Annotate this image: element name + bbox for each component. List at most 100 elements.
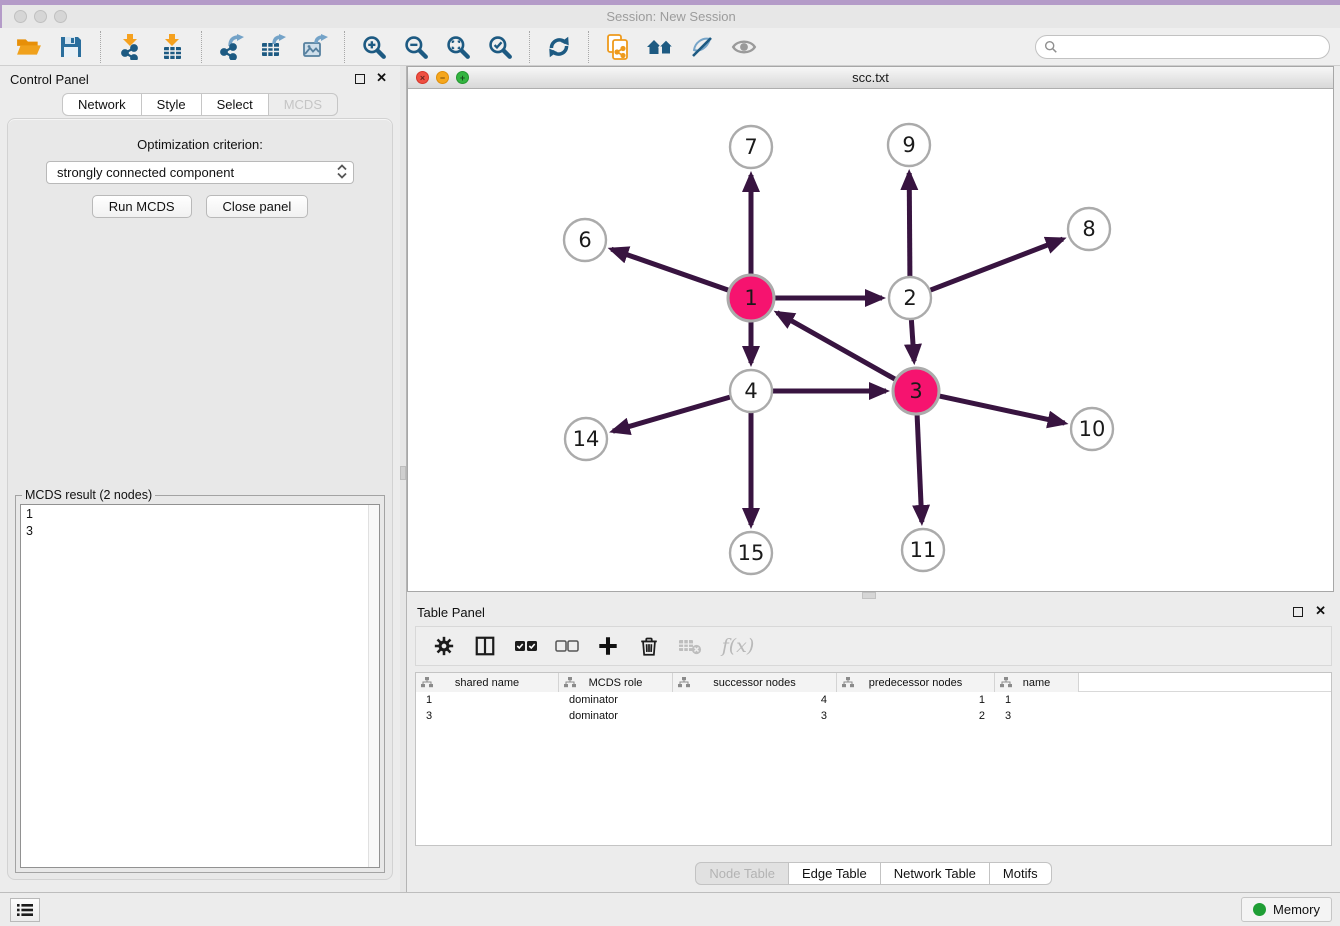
node-10[interactable]: 10 [1071,408,1113,450]
delete-row-trash-icon[interactable] [637,634,661,658]
mcds-result-title: MCDS result (2 nodes) [22,488,155,502]
tab-mcds[interactable]: MCDS [269,93,338,116]
splitter-handle[interactable] [862,592,876,599]
control-panel: Control Panel ✕ Network Style Select MCD… [0,66,400,892]
tab-network[interactable]: Network [62,93,142,116]
edge-2-8[interactable] [931,239,1063,290]
edge-3-10[interactable] [940,396,1065,423]
horizontal-splitter[interactable] [407,592,1340,600]
refresh-layout-icon[interactable] [544,32,574,62]
node-11[interactable]: 11 [902,529,944,571]
node-14[interactable]: 14 [565,418,607,460]
splitter-handle[interactable] [400,466,406,480]
zoom-in-icon[interactable] [359,32,389,62]
import-table-icon[interactable] [157,32,187,62]
tab-edge-table[interactable]: Edge Table [789,862,881,885]
node-label: 6 [578,228,591,252]
tab-network-table[interactable]: Network Table [881,862,990,885]
task-history-button[interactable] [10,898,40,922]
export-image-icon[interactable] [300,32,330,62]
run-mcds-button[interactable]: Run MCDS [92,195,192,218]
edge-2-9[interactable] [909,173,910,276]
column-header-shared-name[interactable]: shared name [416,673,559,692]
close-view-button[interactable]: × [416,71,429,84]
control-panel-tabs: Network Style Select MCDS [0,93,400,116]
close-panel-icon[interactable]: ✕ [376,70,387,86]
column-header-successor-nodes[interactable]: successor nodes [673,673,837,692]
node-15[interactable]: 15 [730,532,772,574]
tab-node-table[interactable]: Node Table [695,862,789,885]
export-table-icon[interactable] [258,32,288,62]
copy-network-view-icon[interactable] [603,32,633,62]
zoom-out-icon[interactable] [401,32,431,62]
zoom-fit-icon[interactable] [443,32,473,62]
edge-4-14[interactable] [613,397,730,431]
memory-label: Memory [1273,902,1320,917]
tab-select[interactable]: Select [202,93,269,116]
select-all-icon[interactable] [514,634,538,658]
edge-3-1[interactable] [777,313,895,380]
node-table-grid[interactable]: shared nameMCDS rolesuccessor nodesprede… [415,672,1332,846]
table-row[interactable]: 3dominator323 [416,708,1331,724]
network-view-title: scc.txt [852,70,889,85]
float-table-panel-icon[interactable] [1293,607,1303,617]
edge-3-11[interactable] [917,415,922,522]
mcds-result-textarea[interactable]: 1 3 [20,504,380,868]
import-network-icon[interactable] [115,32,145,62]
network-canvas[interactable]: 7 9 6 8 1 2 4 3 14 10 15 11 [408,89,1333,591]
node-1[interactable]: 1 [728,275,774,321]
node-7[interactable]: 7 [730,126,772,168]
tab-style[interactable]: Style [142,93,202,116]
node-label: 10 [1079,417,1106,441]
export-network-icon[interactable] [216,32,246,62]
close-panel-button[interactable]: Close panel [206,195,309,218]
function-builder-icon[interactable]: f(x) [719,634,757,658]
vertical-splitter[interactable] [400,66,407,892]
edge-2-3[interactable] [911,320,914,361]
result-scrollbar[interactable] [368,505,379,867]
column-type-icon [842,677,854,688]
table-toolbar: f(x) [415,626,1332,666]
node-9[interactable]: 9 [888,124,930,166]
add-row-icon[interactable] [596,634,620,658]
node-6[interactable]: 6 [564,219,606,261]
table-panel-tabs: Node Table Edge Table Network Table Moti… [407,862,1340,885]
table-row[interactable]: 1dominator411 [416,692,1331,708]
table-panel-title: Table Panel [417,605,485,620]
column-header-predecessor-nodes[interactable]: predecessor nodes [837,673,995,692]
edge-1-6[interactable] [611,249,728,290]
settings-gear-icon[interactable] [432,634,456,658]
mcds-panel-body: Optimization criterion: strongly connect… [7,118,393,880]
node-label: 8 [1082,217,1095,241]
column-header-MCDS-role[interactable]: MCDS role [559,673,673,692]
node-2[interactable]: 2 [889,277,931,319]
criterion-dropdown[interactable]: strongly connected component [46,161,354,184]
search-input[interactable] [1058,40,1321,55]
node-4[interactable]: 4 [730,370,772,412]
node-8[interactable]: 8 [1068,208,1110,250]
main-toolbar [0,28,1340,66]
deselect-all-icon[interactable] [555,634,579,658]
zoom-selected-icon[interactable] [485,32,515,62]
close-table-panel-icon[interactable]: ✕ [1315,603,1326,619]
node-3[interactable]: 3 [893,368,939,414]
toolbar-separator [588,31,589,63]
open-session-icon[interactable] [14,32,44,62]
table-cell: 1 [995,692,1079,708]
column-header-name[interactable]: name [995,673,1079,692]
float-panel-icon[interactable] [355,74,365,84]
tab-motifs[interactable]: Motifs [990,862,1052,885]
memory-button[interactable]: Memory [1241,897,1332,922]
minimize-view-button[interactable]: − [436,71,449,84]
dropdown-stepper-icon [335,164,349,182]
show-hide-eye-icon[interactable] [729,32,759,62]
maximize-view-button[interactable]: + [456,71,469,84]
network-window-titlebar[interactable]: × − + scc.txt [408,67,1333,89]
toolbar-separator [344,31,345,63]
save-session-icon[interactable] [56,32,86,62]
table-cell: 4 [673,692,837,708]
home-layout-icon[interactable] [645,32,675,62]
split-columns-icon[interactable] [473,634,497,658]
toggle-graphics-details-icon[interactable] [687,32,717,62]
delete-table-icon[interactable] [678,634,702,658]
